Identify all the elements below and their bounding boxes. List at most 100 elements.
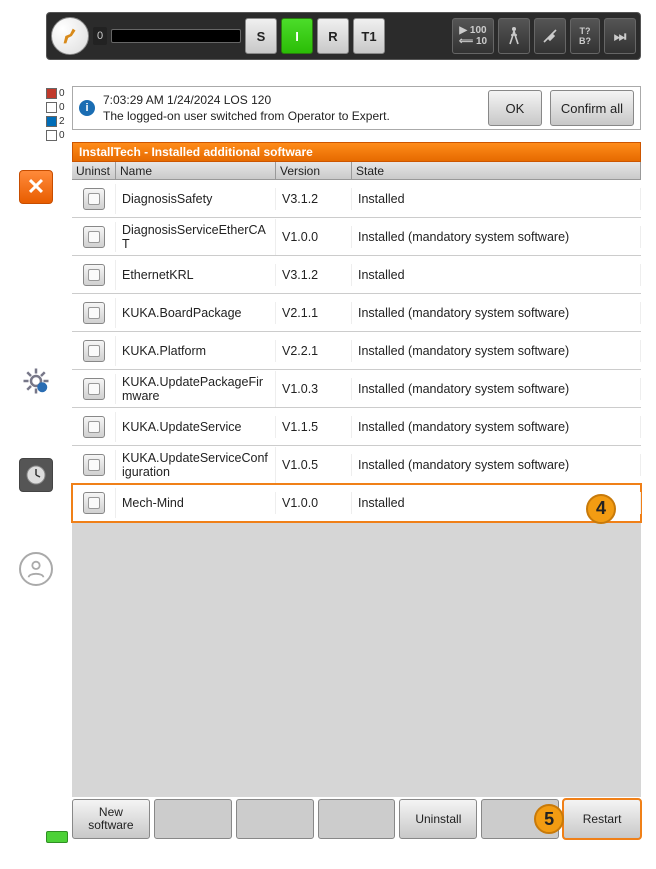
row-state: Installed xyxy=(352,264,641,286)
restart-button[interactable]: Restart xyxy=(563,799,641,839)
row-name: EthernetKRL xyxy=(116,264,276,286)
uninst-checkbox[interactable] xyxy=(83,264,105,286)
walk-icon[interactable] xyxy=(498,18,530,54)
table-row[interactable]: KUKA.UpdatePackageFirmwareV1.0.3Installe… xyxy=(72,370,641,408)
progress-track xyxy=(111,29,241,43)
blank-button-2 xyxy=(236,799,314,839)
row-name: KUKA.Platform xyxy=(116,340,276,362)
counter-badge: 0 xyxy=(93,27,107,45)
row-version: V2.1.1 xyxy=(276,302,352,324)
battery-icon xyxy=(46,831,68,843)
table-row[interactable]: KUKA.UpdateServiceConfigurationV1.0.5Ins… xyxy=(72,446,641,484)
uninst-checkbox[interactable] xyxy=(83,340,105,362)
status-count-0: 0 xyxy=(59,88,65,99)
table-header: Uninst Name Version State xyxy=(72,162,641,180)
robot-icon[interactable] xyxy=(51,17,89,55)
uninst-checkbox[interactable] xyxy=(83,492,105,514)
row-name: DiagnosisSafety xyxy=(116,188,276,210)
status-box-info xyxy=(46,116,57,127)
mode-i-button[interactable]: I xyxy=(281,18,313,54)
mode-s-button[interactable]: S xyxy=(245,18,277,54)
blank-button-3 xyxy=(318,799,396,839)
status-box-error xyxy=(46,88,57,99)
row-state: Installed (mandatory system software) xyxy=(352,378,641,400)
ok-button[interactable]: OK xyxy=(488,90,542,126)
user-icon[interactable] xyxy=(19,552,53,586)
status-box-3 xyxy=(46,130,57,141)
status-count-1: 0 xyxy=(59,102,65,113)
col-name[interactable]: Name xyxy=(116,162,276,179)
software-table: Uninst Name Version State DiagnosisSafet… xyxy=(72,162,641,797)
table-row[interactable]: DiagnosisServiceEtherCATV1.0.0Installed … xyxy=(72,218,641,256)
uninst-checkbox[interactable] xyxy=(83,454,105,476)
message-text: 7:03:29 AM 1/24/2024 LOS 120 The logged-… xyxy=(103,92,480,124)
table-row[interactable]: KUKA.BoardPackageV2.1.1Installed (mandat… xyxy=(72,294,641,332)
row-version: V1.0.3 xyxy=(276,378,352,400)
col-state[interactable]: State xyxy=(352,162,641,179)
row-name: KUKA.UpdatePackageFirmware xyxy=(116,371,276,407)
topbar: 0 S I R T1 ▶ 100 ⟸ 10 T? B? ⏭ xyxy=(46,12,641,60)
uninstall-button[interactable]: Uninstall xyxy=(399,799,477,839)
window-title: InstallTech - Installed additional softw… xyxy=(72,142,641,162)
blank-button-4: 5 xyxy=(481,799,559,839)
row-state: Installed (mandatory system software) xyxy=(352,302,641,324)
plug-icon[interactable] xyxy=(534,18,566,54)
row-name: Mech-Mind xyxy=(116,492,276,514)
new-software-label: Newsoftware xyxy=(88,806,133,832)
table-row[interactable]: EthernetKRLV3.1.2Installed xyxy=(72,256,641,294)
message-body: The logged-on user switched from Operato… xyxy=(103,108,480,124)
close-icon[interactable]: ✕ xyxy=(19,170,53,204)
mode-t1-button[interactable]: T1 xyxy=(353,18,385,54)
table-row[interactable]: KUKA.UpdateServiceV1.1.5Installed (manda… xyxy=(72,408,641,446)
speed-bot: 10 xyxy=(476,36,487,47)
row-version: V3.1.2 xyxy=(276,188,352,210)
gear-icon[interactable] xyxy=(19,364,53,398)
row-name: KUKA.BoardPackage xyxy=(116,302,276,324)
row-version: V1.0.0 xyxy=(276,492,352,514)
table-row[interactable]: Mech-MindV1.0.0Installed4 xyxy=(72,484,641,522)
callout-4: 4 xyxy=(586,494,616,524)
bottom-toolbar: Newsoftware Uninstall 5 Restart xyxy=(72,799,641,839)
row-version: V1.0.0 xyxy=(276,226,352,248)
tool-base-button[interactable]: T? B? xyxy=(570,18,600,54)
message-bar: i 7:03:29 AM 1/24/2024 LOS 120 The logge… xyxy=(72,86,641,130)
message-timestamp: 7:03:29 AM 1/24/2024 LOS 120 xyxy=(103,92,480,108)
row-version: V1.1.5 xyxy=(276,416,352,438)
uninst-checkbox[interactable] xyxy=(83,226,105,248)
new-software-button[interactable]: Newsoftware xyxy=(72,799,150,839)
left-status-strip: 0 0 2 0 xyxy=(46,86,71,142)
row-name: DiagnosisServiceEtherCAT xyxy=(116,219,276,255)
table-row[interactable]: DiagnosisSafetyV3.1.2Installed xyxy=(72,180,641,218)
row-version: V1.0.5 xyxy=(276,454,352,476)
tool-label: T? xyxy=(580,26,591,36)
table-body: DiagnosisSafetyV3.1.2InstalledDiagnosisS… xyxy=(72,180,641,522)
uninst-checkbox[interactable] xyxy=(83,416,105,438)
uninst-checkbox[interactable] xyxy=(83,378,105,400)
col-uninst[interactable]: Uninst xyxy=(72,162,116,179)
row-state: Installed (mandatory system software) xyxy=(352,416,641,438)
mode-r-button[interactable]: R xyxy=(317,18,349,54)
col-version[interactable]: Version xyxy=(276,162,352,179)
status-count-3: 0 xyxy=(59,130,65,141)
row-name: KUKA.UpdateService xyxy=(116,416,276,438)
clock-icon[interactable] xyxy=(19,458,53,492)
speed-top: 100 xyxy=(470,25,487,36)
confirm-all-button[interactable]: Confirm all xyxy=(550,90,634,126)
row-state: Installed (mandatory system software) xyxy=(352,340,641,362)
speed-button[interactable]: ▶ 100 ⟸ 10 xyxy=(452,18,494,54)
status-box-1 xyxy=(46,102,57,113)
row-version: V2.2.1 xyxy=(276,340,352,362)
info-icon: i xyxy=(79,100,95,116)
row-state: Installed xyxy=(352,188,641,210)
table-row[interactable]: KUKA.PlatformV2.2.1Installed (mandatory … xyxy=(72,332,641,370)
callout-5: 5 xyxy=(534,804,564,834)
skip-button[interactable]: ⏭ xyxy=(604,18,636,54)
status-count-2: 2 xyxy=(59,116,65,127)
row-version: V3.1.2 xyxy=(276,264,352,286)
uninst-checkbox[interactable] xyxy=(83,302,105,324)
row-state: Installed (mandatory system software) xyxy=(352,226,641,248)
uninst-checkbox[interactable] xyxy=(83,188,105,210)
row-state: Installed (mandatory system software) xyxy=(352,454,641,476)
row-state: Installed4 xyxy=(352,492,641,514)
blank-button-1 xyxy=(154,799,232,839)
